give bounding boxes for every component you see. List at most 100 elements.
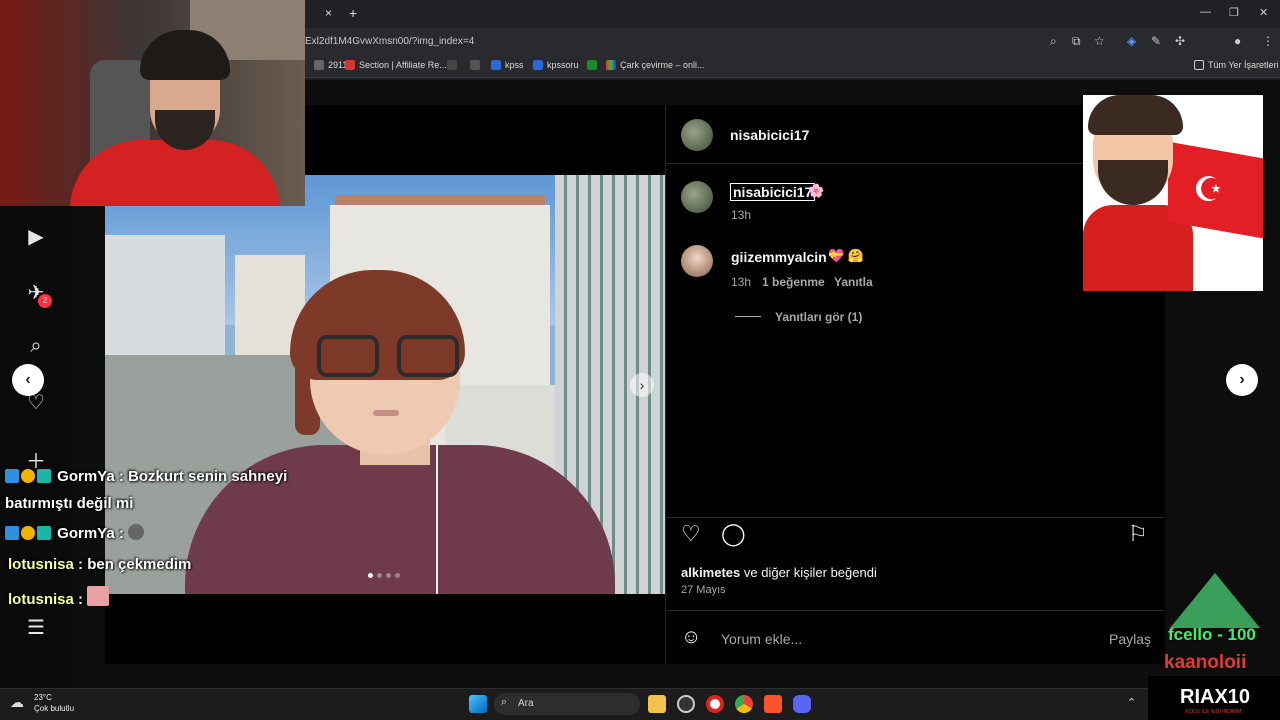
arrow-left-icon[interactable]: ‹ bbox=[12, 364, 44, 396]
zoom-icon[interactable]: ⌕ bbox=[1050, 34, 1057, 49]
avatar[interactable] bbox=[681, 119, 713, 151]
tab-bar: × + bbox=[305, 0, 1280, 28]
drop-game-widget: fcello - 100 kaanoloii bbox=[1150, 565, 1280, 690]
chat-badge-icon bbox=[5, 526, 19, 540]
chat-badge-icon bbox=[37, 469, 51, 483]
chevron-up-icon[interactable]: ⌃ bbox=[1127, 696, 1136, 709]
caption-username[interactable]: nisabicici17 bbox=[730, 183, 816, 201]
bookmark-item[interactable] bbox=[470, 60, 480, 70]
comment-time[interactable]: 13h bbox=[731, 275, 751, 289]
taskbar-search-text: Ara bbox=[518, 698, 534, 709]
bookmark-item[interactable] bbox=[447, 60, 457, 70]
reels-icon[interactable]: ▶ bbox=[22, 224, 50, 252]
weather-desc[interactable]: Çok bulutlu bbox=[34, 704, 74, 713]
chat-message: lotusnisa : ben çekmedim bbox=[8, 556, 192, 573]
install-icon[interactable]: ⧉ bbox=[1072, 34, 1081, 49]
caption-time[interactable]: 13h bbox=[731, 208, 751, 222]
reply-button[interactable]: Yanıtla bbox=[834, 275, 873, 289]
new-tab-button[interactable]: + bbox=[349, 5, 357, 21]
crescent-star-icon: ☪ bbox=[1193, 171, 1224, 209]
start-icon[interactable] bbox=[469, 695, 487, 713]
puzzle-icon[interactable]: ✣ bbox=[1175, 34, 1185, 48]
weather-icon[interactable]: ☁ bbox=[10, 694, 24, 711]
chat-badge-icon bbox=[37, 526, 51, 540]
photo-mouth bbox=[373, 410, 399, 416]
maximize-icon[interactable]: ❐ bbox=[1229, 6, 1239, 19]
liked-by-text[interactable]: alkimetes ve diğer kişiler beğendi bbox=[681, 565, 877, 580]
sponsor-title: RIAX10 bbox=[1180, 686, 1251, 708]
chat-message: GormYa : Bozkurt senin sahneyi bbox=[5, 468, 287, 485]
weather-temp[interactable]: 23°C bbox=[34, 693, 52, 702]
url-text[interactable]: Exl2df1M4GvwXmsn00/?img_index=4 bbox=[305, 36, 474, 47]
bookmark-item[interactable]: Çark çevirme – onli... bbox=[606, 60, 705, 70]
post-photo[interactable] bbox=[105, 175, 665, 594]
minimize-icon[interactable]: — bbox=[1200, 6, 1211, 18]
drop-winner: fcello - 100 bbox=[1168, 625, 1256, 644]
bookmark-item[interactable]: kpss bbox=[491, 60, 524, 70]
comment-input[interactable]: Yorum ekle... bbox=[721, 631, 802, 647]
window-close-icon[interactable]: ✕ bbox=[1259, 6, 1268, 19]
avatar[interactable] bbox=[681, 181, 713, 213]
brave-icon[interactable] bbox=[764, 695, 782, 713]
photo-glasses bbox=[397, 335, 459, 377]
photo-glasses bbox=[317, 335, 379, 377]
streamer-webcam bbox=[0, 0, 305, 206]
bookmark-item[interactable]: Section | Affiliate Re... bbox=[345, 60, 447, 70]
profile-icon[interactable]: ● bbox=[1234, 34, 1241, 48]
share-button[interactable]: Paylaş bbox=[1109, 631, 1151, 647]
comment-likes[interactable]: 1 beğenme bbox=[762, 275, 825, 289]
comment-emoji: 💝 🤗 bbox=[828, 248, 864, 263]
chat-message: batırmıştı değil mi bbox=[5, 495, 134, 512]
chrome-icon[interactable] bbox=[735, 695, 753, 713]
ig-sidebar: ▶ ✈ 2 ⌕ ♡ ＋ ☰ bbox=[0, 200, 72, 688]
tab-close-icon[interactable]: × bbox=[325, 6, 332, 20]
emoji-icon[interactable]: ☺ bbox=[681, 626, 701, 649]
caption-emoji: 🌸 bbox=[808, 183, 825, 198]
chat-message: GormYa : bbox=[5, 524, 146, 542]
search-icon[interactable]: ⌕ bbox=[22, 335, 50, 363]
more-menu-icon[interactable]: ☰ bbox=[22, 615, 50, 643]
comment-icon[interactable]: ◯ bbox=[721, 521, 746, 547]
carousel-next-icon[interactable]: › bbox=[630, 373, 654, 397]
discord-icon[interactable] bbox=[793, 695, 811, 713]
chat-badge-icon bbox=[21, 526, 35, 540]
comment-username[interactable]: giizemmyalcin bbox=[731, 249, 827, 265]
all-bookmarks-folder[interactable]: Tüm Yer İşaretleri bbox=[1194, 60, 1279, 70]
sponsor-subtitle: KODU İLE %10 İNDİRİM bbox=[1186, 709, 1242, 715]
menu-icon[interactable]: ⋮ bbox=[1262, 34, 1274, 48]
opera-icon[interactable] bbox=[706, 695, 724, 713]
photo-earbud bbox=[436, 445, 438, 594]
bookmark-icon[interactable]: ⚐ bbox=[1128, 521, 1148, 547]
search-icon: ⌕ bbox=[501, 696, 508, 708]
turkish-flag-sticker: ☪ bbox=[1083, 95, 1263, 291]
messages-icon[interactable]: ✈ 2 bbox=[22, 280, 52, 308]
file-explorer-icon[interactable] bbox=[648, 695, 666, 713]
heart-icon[interactable]: ♡ bbox=[681, 521, 701, 547]
drop-pyramid bbox=[1170, 573, 1260, 628]
bookmark-item[interactable]: 2911 bbox=[314, 60, 347, 70]
taskbar-search[interactable] bbox=[494, 693, 640, 715]
taskbar bbox=[0, 688, 1280, 720]
carousel-dot bbox=[395, 573, 400, 578]
notification-badge: 2 bbox=[38, 294, 52, 308]
media-letterbox bbox=[105, 594, 665, 664]
bookmark-item[interactable]: kpssoru bbox=[533, 60, 579, 70]
pen-icon[interactable]: ✎ bbox=[1151, 34, 1161, 48]
bookmark-item[interactable] bbox=[587, 60, 597, 70]
chat-badge-icon bbox=[5, 469, 19, 483]
drop-next: kaanoloii bbox=[1164, 652, 1247, 673]
app-icon[interactable] bbox=[677, 695, 695, 713]
view-replies-button[interactable]: Yanıtları gör (1) bbox=[775, 310, 862, 324]
post-author[interactable]: nisabicici17 bbox=[730, 127, 809, 143]
carousel-dots bbox=[368, 573, 400, 578]
arrow-right-icon[interactable]: › bbox=[1226, 364, 1258, 396]
extension-icon[interactable]: ◈ bbox=[1127, 34, 1136, 48]
post-date: 27 Mayıs bbox=[681, 584, 726, 596]
bookmark-star-icon[interactable]: ☆ bbox=[1094, 34, 1105, 48]
chat-badge-icon bbox=[21, 469, 35, 483]
divider bbox=[665, 610, 1165, 611]
avatar[interactable] bbox=[681, 245, 713, 277]
divider bbox=[735, 316, 761, 317]
divider bbox=[665, 517, 1165, 518]
carousel-dot bbox=[368, 573, 373, 578]
